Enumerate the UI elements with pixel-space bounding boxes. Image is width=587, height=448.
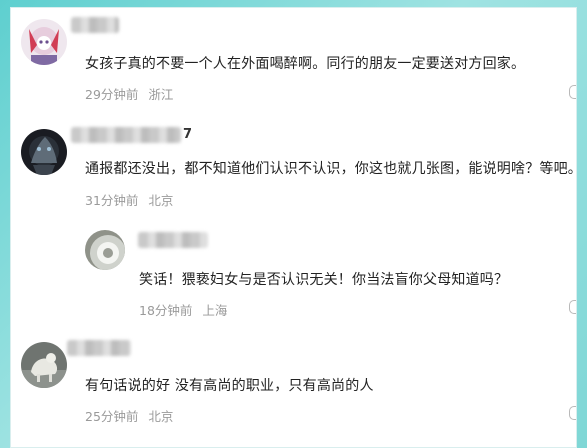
comment-more-icon[interactable] [569, 406, 576, 420]
screenshot-frame: 女孩子真的不要一个人在外面喝醉啊。同行的朋友一定要送对方回家。 29分钟前 浙江 … [0, 0, 587, 448]
comment-location: 浙江 [148, 87, 174, 102]
comment-item: 7 通报都还没出，都不知道他们认识不认识，你这也就几张图，能说明啥？等吧。 31… [11, 114, 576, 214]
comment-more-icon[interactable] [569, 85, 576, 99]
comment-time: 31分钟前 [85, 193, 139, 208]
comment-list: 女孩子真的不要一个人在外面喝醉啊。同行的朋友一定要送对方回家。 29分钟前 浙江 … [10, 7, 577, 448]
comment-text: 有句话说的好 没有高尚的职业，只有高尚的人 [85, 378, 374, 394]
avatar[interactable] [21, 129, 67, 175]
avatar[interactable] [21, 342, 67, 388]
comment-meta: 31分钟前 北京 [85, 190, 173, 209]
comment-more-icon[interactable] [569, 300, 576, 314]
avatar-image [85, 230, 125, 270]
avatar-image [21, 342, 67, 388]
comment-time: 25分钟前 [85, 409, 139, 424]
avatar-image [21, 129, 67, 175]
username-blurred[interactable] [138, 232, 208, 248]
comment-meta: 18分钟前 上海 [139, 300, 227, 319]
comment-time: 29分钟前 [85, 87, 139, 102]
comment-item: 有句话说的好 没有高尚的职业，只有高尚的人 25分钟前 北京 [11, 330, 576, 430]
comment-text: 女孩子真的不要一个人在外面喝醉啊。同行的朋友一定要送对方回家。 [85, 56, 526, 72]
comment-time: 18分钟前 [139, 303, 193, 318]
username-suffix: 7 [183, 127, 193, 142]
comment-meta: 25分钟前 北京 [85, 406, 173, 425]
username-blurred[interactable] [71, 127, 181, 143]
comment-meta: 29分钟前 浙江 [85, 84, 173, 103]
comment-text: 笑话！猥亵妇女与是否认识无关！你当法盲你父母知道吗？ [139, 272, 509, 288]
comment-item: 女孩子真的不要一个人在外面喝醉啊。同行的朋友一定要送对方回家。 29分钟前 浙江 [11, 8, 576, 108]
comment-text: 通报都还没出，都不知道他们认识不认识，你这也就几张图，能说明啥？等吧。 [85, 161, 577, 177]
avatar-image [21, 19, 67, 65]
username-blurred[interactable] [71, 17, 119, 33]
avatar[interactable] [21, 19, 67, 65]
avatar[interactable] [85, 230, 125, 270]
comment-location: 北京 [148, 193, 174, 208]
comment-location: 北京 [148, 409, 174, 424]
reply-item: 笑话！猥亵妇女与是否认识无关！你当法盲你父母知道吗？ 18分钟前 上海 [11, 220, 576, 320]
comment-location: 上海 [202, 303, 228, 318]
username-blurred[interactable] [67, 340, 131, 356]
